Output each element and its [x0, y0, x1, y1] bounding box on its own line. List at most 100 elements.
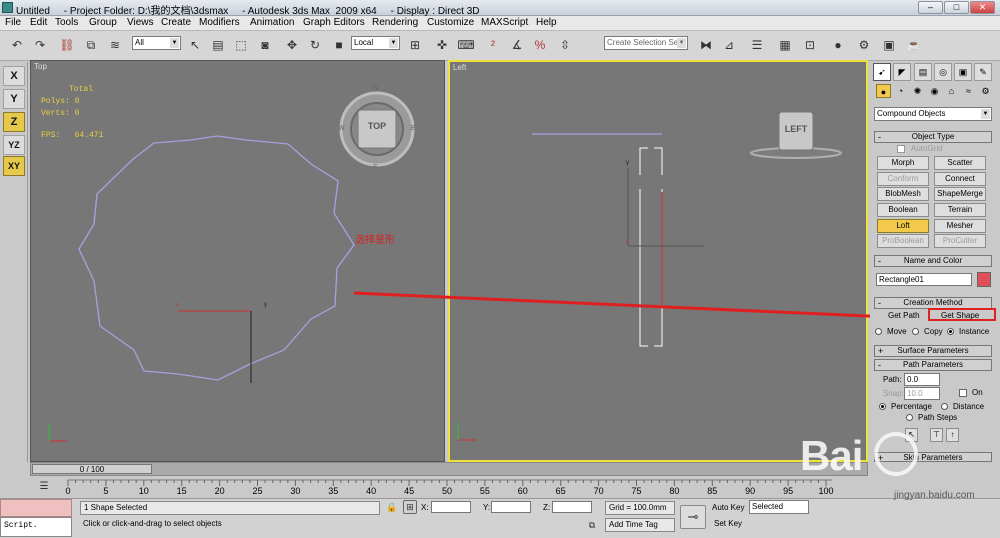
reference-coordinate-dropdown[interactable]: Local ▼	[351, 36, 400, 50]
window-crossing-icon[interactable]: ◙	[256, 36, 274, 54]
utilities-tab-icon[interactable]: ✎	[974, 63, 992, 81]
align-icon[interactable]: ⊿	[720, 36, 738, 54]
lights-category-icon[interactable]: ✺	[910, 84, 925, 98]
distance-radio[interactable]	[941, 403, 948, 410]
path-steps-radio[interactable]	[906, 414, 913, 421]
terrain-button[interactable]: Terrain	[934, 203, 986, 217]
autogrid-checkbox[interactable]	[897, 145, 905, 153]
viewport-top[interactable]: Top Total Polys: 0 Verts: 0 FPS: 64.471 …	[30, 60, 445, 462]
object-type-rollout[interactable]: - Object Type	[874, 131, 992, 143]
mini-curve-editor-icon[interactable]: ☰	[36, 478, 52, 494]
unlink-icon[interactable]: ⧉	[82, 36, 100, 54]
restrict-y-button[interactable]: Y	[3, 89, 25, 109]
angle-snap-icon[interactable]: ∡	[508, 36, 526, 54]
y-coordinate-field[interactable]	[491, 501, 531, 513]
display-tab-icon[interactable]: ▣	[954, 63, 972, 81]
category-dropdown[interactable]: Compound Objects ▼	[874, 107, 992, 121]
menu-group[interactable]: Group	[89, 17, 117, 28]
pivot-center-icon[interactable]: ⊞	[406, 36, 424, 54]
menu-help[interactable]: Help	[536, 17, 557, 28]
create-tab-icon[interactable]: ➹	[873, 63, 891, 81]
rectangular-region-icon[interactable]: ⬚	[232, 36, 250, 54]
get-path-button[interactable]: Get Path	[888, 311, 920, 320]
restrict-yz-button[interactable]: YZ	[3, 135, 25, 155]
object-color-swatch[interactable]	[977, 272, 991, 287]
menu-modifiers[interactable]: Modifiers	[199, 17, 240, 28]
restrict-x-button[interactable]: X	[3, 66, 25, 86]
curve-editor-icon[interactable]: ▦	[776, 36, 794, 54]
geometry-category-icon[interactable]: ●	[876, 84, 891, 98]
cameras-category-icon[interactable]: ◉	[927, 84, 942, 98]
restrict-z-button[interactable]: Z	[3, 112, 25, 132]
menu-edit[interactable]: Edit	[30, 17, 47, 28]
rendered-frame-window-icon[interactable]: ▣	[880, 36, 898, 54]
path-parameters-rollout[interactable]: - Path Parameters	[874, 359, 992, 371]
menu-views[interactable]: Views	[127, 17, 154, 28]
hierarchy-tab-icon[interactable]: ▤	[914, 63, 932, 81]
object-name-field[interactable]: Rectangle01	[876, 273, 972, 286]
material-editor-icon[interactable]: ●	[829, 36, 847, 54]
render-production-icon[interactable]: ☕	[905, 36, 923, 54]
maxscript-listener-mini[interactable]	[0, 499, 72, 517]
viewcube-left[interactable]: LEFT	[779, 124, 813, 134]
undo-icon[interactable]: ↶	[8, 36, 26, 54]
proboolean-button[interactable]: ProBoolean	[877, 234, 929, 248]
boolean-button[interactable]: Boolean	[877, 203, 929, 217]
procutter-button[interactable]: ProCutter	[934, 234, 986, 248]
keyboard-shortcut-icon[interactable]: ⌨	[457, 36, 475, 54]
menu-graph-editors[interactable]: Graph Editors	[303, 17, 365, 28]
blobmesh-button[interactable]: BlobMesh	[877, 187, 929, 201]
select-move-icon[interactable]: ✥	[283, 36, 301, 54]
x-coordinate-field[interactable]	[431, 501, 471, 513]
get-shape-button[interactable]: Get Shape	[941, 311, 979, 320]
menu-animation[interactable]: Animation	[250, 17, 294, 28]
script-field[interactable]: Script.	[0, 517, 72, 537]
z-coordinate-field[interactable]	[552, 501, 592, 513]
move-radio[interactable]	[875, 328, 882, 335]
time-tag-icon[interactable]: ⧉	[585, 518, 599, 532]
add-time-tag[interactable]: Add Time Tag	[605, 518, 675, 532]
systems-category-icon[interactable]: ⚙	[978, 84, 993, 98]
surface-parameters-rollout[interactable]: + Surface Parameters	[874, 345, 992, 357]
modify-tab-icon[interactable]: ◤	[893, 63, 911, 81]
helpers-category-icon[interactable]: ⌂	[944, 84, 959, 98]
snap-spinner[interactable]: 10.0	[904, 387, 940, 400]
conform-button[interactable]: Conform	[877, 172, 929, 186]
schematic-view-icon[interactable]: ⊡	[801, 36, 819, 54]
menu-create[interactable]: Create	[161, 17, 191, 28]
path-spinner[interactable]: 0.0	[904, 373, 940, 386]
select-scale-icon[interactable]: ■	[330, 36, 348, 54]
shapemerge-button[interactable]: ShapeMerge	[934, 187, 986, 201]
select-link-icon[interactable]: ⛓	[58, 36, 76, 54]
redo-icon[interactable]: ↷	[31, 36, 49, 54]
bind-space-warp-icon[interactable]: ≋	[106, 36, 124, 54]
percent-snap-icon[interactable]: %	[531, 36, 549, 54]
set-key-button[interactable]: Set Key	[714, 519, 742, 528]
scatter-button[interactable]: Scatter	[934, 156, 986, 170]
copy-radio[interactable]	[912, 328, 919, 335]
select-object-icon[interactable]: ↖	[186, 36, 204, 54]
close-button[interactable]: ✕	[970, 1, 995, 14]
mirror-icon[interactable]: ⧓	[697, 36, 715, 54]
menu-tools[interactable]: Tools	[55, 17, 78, 28]
restrict-xy-button[interactable]: XY	[3, 156, 25, 176]
name-color-rollout[interactable]: - Name and Color	[874, 255, 992, 267]
time-slider-thumb[interactable]: 0 / 100	[32, 464, 152, 474]
auto-key-button[interactable]: Auto Key	[712, 503, 744, 512]
menu-maxscript[interactable]: MAXScript	[481, 17, 528, 28]
motion-tab-icon[interactable]: ◎	[934, 63, 952, 81]
menu-customize[interactable]: Customize	[427, 17, 474, 28]
menu-rendering[interactable]: Rendering	[372, 17, 418, 28]
spinner-snap-icon[interactable]: ⇳	[556, 36, 574, 54]
select-rotate-icon[interactable]: ↻	[306, 36, 324, 54]
connect-button[interactable]: Connect	[934, 172, 986, 186]
select-by-name-icon[interactable]: ▤	[209, 36, 227, 54]
lock-icon[interactable]: 🔒	[385, 500, 399, 514]
selection-filter-dropdown[interactable]: All ▼	[132, 36, 181, 50]
snap-on-checkbox[interactable]	[959, 389, 967, 397]
set-key-mode-icon[interactable]: ⊸	[680, 505, 706, 529]
shapes-category-icon[interactable]: ◔	[893, 84, 908, 98]
viewcube-top[interactable]: TOP	[358, 121, 396, 131]
time-slider[interactable]: 0 / 100	[30, 462, 868, 476]
viewport-left[interactable]: Left y x LEFT	[448, 60, 868, 462]
